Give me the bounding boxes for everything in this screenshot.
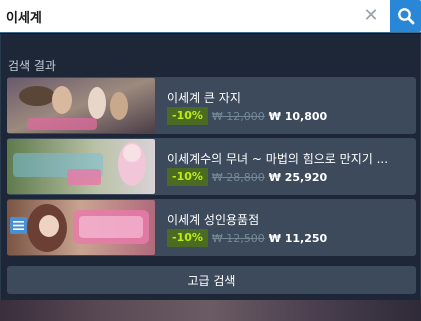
original-price: ₩ 12,500 [211,231,265,245]
search-result-item[interactable]: 이세계 큰 자지 -10% ₩ 12,000 ₩ 10,800 [7,77,416,134]
advanced-search-button[interactable]: 고급 검색 [7,266,416,294]
search-icon [397,8,414,25]
price-row: -10% ₩ 28,800 ₩ 25,920 [167,168,327,186]
final-price: ₩ 10,800 [268,109,328,123]
game-capsule-image [7,78,155,133]
game-capsule-image [7,139,155,194]
search-results-dropdown: 검색 결과 이세계 큰 자지 -10% ₩ 12,000 ₩ 10,800 이세… [0,34,421,300]
result-title: 이세계수의 무녀 ~ 마법의 힘으로 만지기 ... [167,152,389,166]
final-price: ₩ 25,920 [268,170,328,184]
list-icon[interactable] [10,217,27,234]
discount-badge: -10% [167,229,208,247]
search-button[interactable] [390,0,421,32]
search-result-item[interactable]: 이세계 성인용품점 -10% ₩ 12,500 ₩ 11,250 [7,199,416,256]
price-row: -10% ₩ 12,500 ₩ 11,250 [167,229,327,247]
price-row: -10% ₩ 12,000 ₩ 10,800 [167,107,327,125]
close-icon[interactable]: ✕ [360,6,382,26]
search-bar: ✕ [0,0,421,33]
discount-badge: -10% [167,168,208,186]
game-capsule-image [7,200,155,255]
original-price: ₩ 28,800 [211,170,265,184]
discount-badge: -10% [167,107,208,125]
section-label: 검색 결과 [8,59,56,73]
final-price: ₩ 11,250 [268,231,328,245]
search-result-item[interactable]: 이세계수의 무녀 ~ 마법의 힘으로 만지기 ... -10% ₩ 28,800… [7,138,416,195]
result-title: 이세계 큰 자지 [167,91,241,105]
result-title: 이세계 성인용품점 [167,213,260,227]
store-background [0,300,421,321]
original-price: ₩ 12,000 [211,109,265,123]
search-input[interactable] [0,0,355,32]
